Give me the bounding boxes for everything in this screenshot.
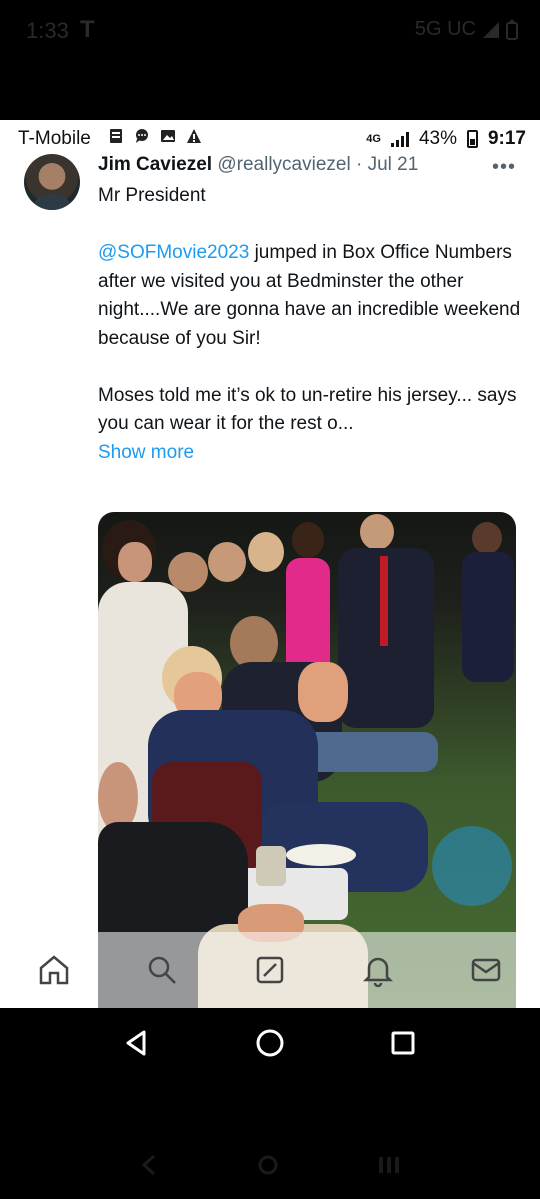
tweet-line-1: Mr President <box>98 185 206 206</box>
author-name[interactable]: Jim Caviezel <box>98 154 212 175</box>
ghost-back-icon <box>141 1154 156 1176</box>
sim-card-icon <box>110 129 122 143</box>
android-nav-bar <box>0 1008 540 1078</box>
signal-bars-icon <box>390 131 409 147</box>
communities-icon <box>256 956 284 984</box>
warning-icon <box>187 129 201 143</box>
system-icons: 4G 43% 9:17 <box>366 128 526 150</box>
outer-status-bar: 1:33 T 5G UC <box>0 0 540 120</box>
network-type: 4G <box>366 133 381 145</box>
tweet-header: Jim Caviezel @reallycaviezel · Jul 21 <box>98 154 520 180</box>
nav-home-button[interactable] <box>32 948 76 992</box>
recents-icon <box>391 1031 415 1055</box>
image-icon <box>161 130 175 142</box>
battery-icon <box>506 19 518 40</box>
tweet-date[interactable]: Jul 21 <box>368 154 419 175</box>
android-back-button[interactable] <box>113 1019 161 1067</box>
tweet-paragraph-3: Moses told me it’s ok to un-retire his j… <box>98 384 517 435</box>
android-recents-button[interactable] <box>379 1019 427 1067</box>
outer-network: 5G UC <box>414 18 476 40</box>
battery-icon <box>466 130 478 148</box>
app-bottom-nav <box>0 932 540 1008</box>
mention-link[interactable]: @SOFMovie2023 <box>98 242 249 263</box>
back-icon <box>126 1030 146 1056</box>
notification-icons <box>108 128 202 144</box>
nav-notifications-button[interactable] <box>356 948 400 992</box>
outer-clock: 1:33 <box>26 18 69 43</box>
signal-icon <box>483 21 499 38</box>
inner-status-bar: T-Mobile 4G 43% 9:17 <box>0 120 540 156</box>
battery-percent: 43% <box>418 128 457 149</box>
nav-communities-button[interactable] <box>248 948 292 992</box>
ghost-recents-icon <box>379 1157 399 1173</box>
nav-messages-button[interactable] <box>464 948 508 992</box>
outer-system-icons: 5G UC <box>415 18 518 41</box>
notifications-icon <box>362 957 394 987</box>
home-icon <box>39 955 69 985</box>
tweet-body: Mr President @SOFMovie2023 jumped in Box… <box>98 182 524 467</box>
author-handle[interactable]: @reallycaviezel <box>217 154 350 175</box>
chat-bubble-icon <box>136 129 148 143</box>
search-icon <box>148 956 176 984</box>
nav-search-button[interactable] <box>140 948 184 992</box>
messages-icon <box>471 958 501 982</box>
outer-ghost-nav <box>0 1140 540 1190</box>
carrier-name: T-Mobile <box>18 128 91 149</box>
show-more-link[interactable]: Show more <box>98 439 524 468</box>
more-options-icon[interactable]: ••• <box>492 156 516 179</box>
android-home-button[interactable] <box>246 1019 294 1067</box>
carrier-logo: T <box>80 16 95 43</box>
header-separator: · <box>355 154 363 175</box>
author-avatar[interactable] <box>24 154 80 210</box>
compose-button[interactable] <box>432 826 512 906</box>
home-circle-icon <box>256 1029 284 1057</box>
app-screen: T-Mobile 4G 43% 9:17 Jim Caviezel @reall… <box>0 120 540 1008</box>
ghost-home-icon <box>258 1155 278 1175</box>
tweet-paragraph-2: @SOFMovie2023 jumped in Box Office Numbe… <box>98 239 524 353</box>
inner-clock: 9:17 <box>487 128 526 149</box>
